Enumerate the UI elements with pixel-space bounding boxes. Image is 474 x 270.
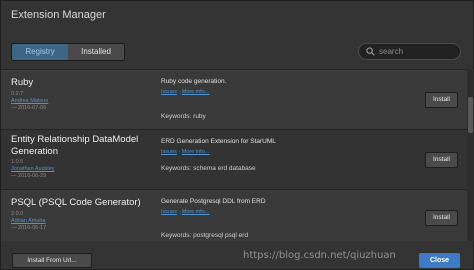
extension-manager-dialog: Extension Manager Registry Installed Rub… <box>0 0 474 270</box>
extension-author-link[interactable]: Adrian Amuha <box>11 218 46 225</box>
issues-link[interactable]: Issues <box>161 209 177 215</box>
extension-name: Ruby <box>11 77 34 88</box>
extension-keywords: Keywords: postgresql psql erd <box>161 232 249 239</box>
extension-description: Ruby code generation. <box>161 78 227 85</box>
extension-name: Entity Relationship DataModel Generation <box>11 134 139 157</box>
watermark: https://blog.csdn.net/qiuzhuan <box>243 250 396 261</box>
more-info-link[interactable]: More info... <box>182 149 210 155</box>
extension-version: 0.2.7 <box>11 91 24 97</box>
list-item: Entity Relationship DataModel Generation… <box>1 130 467 190</box>
extension-date: — 2016-06-29 <box>11 173 47 179</box>
install-button[interactable]: Install <box>425 210 458 226</box>
tab-installed[interactable]: Installed <box>68 44 124 60</box>
issues-link[interactable]: Issues <box>161 149 177 155</box>
search-box[interactable] <box>358 43 461 60</box>
tab-registry[interactable]: Registry <box>12 44 68 60</box>
extension-links: Issues · More info... <box>161 149 210 155</box>
extension-keywords: Keywords: schema erd database <box>161 165 256 172</box>
extension-links: Issues · More info... <box>161 209 210 215</box>
extension-keywords: Keywords: ruby <box>161 113 206 120</box>
extension-date: — 2016-07-06 <box>11 105 47 111</box>
install-button[interactable]: Install <box>425 152 458 168</box>
extension-description: ERD Generation Extension for StarUML <box>161 138 276 145</box>
issues-link[interactable]: Issues <box>161 89 177 95</box>
install-button[interactable]: Install <box>425 92 458 108</box>
extension-name: PSQL (PSQL Code Generator) <box>11 197 141 208</box>
close-button[interactable]: Close <box>419 253 460 268</box>
scrollbar-thumb[interactable] <box>468 97 473 133</box>
more-info-link[interactable]: More info... <box>182 89 210 95</box>
list-item: Ruby 0.2.7 Andrea Matsuo — 2016-07-06 Ru… <box>1 70 467 130</box>
list-scrollbar[interactable] <box>467 69 474 241</box>
extension-links: Issues · More info... <box>161 89 210 95</box>
extension-author-link[interactable]: Andrea Matsuo <box>11 98 48 105</box>
tab-bar: Registry Installed <box>11 43 125 61</box>
extension-version: 2.0.0 <box>11 211 24 217</box>
dialog-title: Extension Manager <box>11 9 106 21</box>
search-input[interactable] <box>379 47 460 56</box>
extension-version: 1.0.5 <box>11 159 24 165</box>
list-item: PSQL (PSQL Code Generator) 2.0.0 Adrian … <box>1 190 467 241</box>
more-info-link[interactable]: More info... <box>182 209 210 215</box>
extension-description: Generate Postgresql DDL from ERD <box>161 198 266 205</box>
extension-author-link[interactable]: Jonathan Audsley <box>11 166 54 173</box>
extension-list[interactable]: Ruby 0.2.7 Andrea Matsuo — 2016-07-06 Ru… <box>1 69 467 241</box>
search-icon <box>366 43 375 61</box>
install-from-url-button[interactable]: Install From Url... <box>12 253 92 268</box>
extension-date: — 2016-06-17 <box>11 225 47 231</box>
